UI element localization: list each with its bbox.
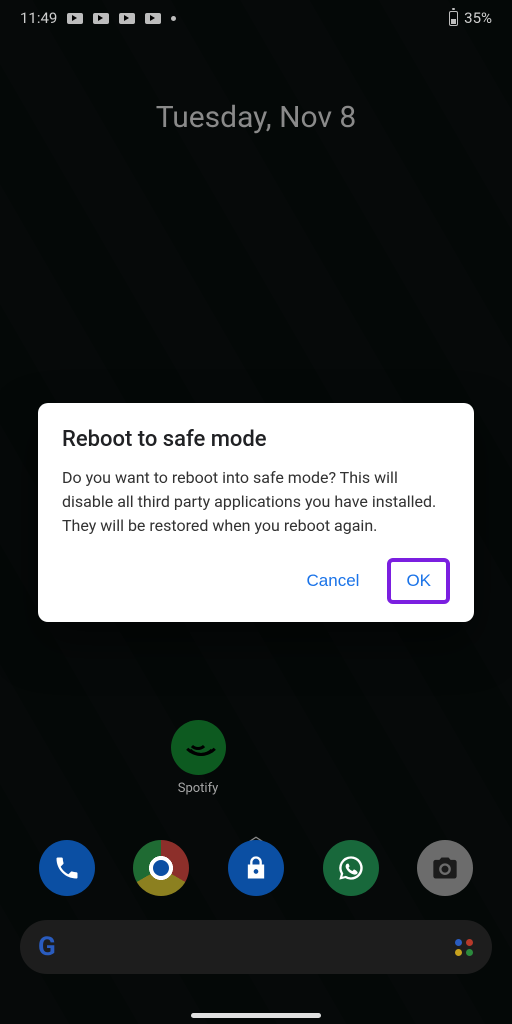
dialog-body: Do you want to reboot into safe mode? Th… [62, 466, 450, 538]
dialog-title: Reboot to safe mode [62, 427, 450, 452]
safe-mode-dialog: Reboot to safe mode Do you want to reboo… [38, 403, 474, 622]
cancel-button[interactable]: Cancel [293, 563, 374, 599]
ok-highlight: OK [387, 558, 450, 604]
dialog-actions: Cancel OK [62, 558, 450, 612]
dialog-backdrop: Reboot to safe mode Do you want to reboo… [0, 0, 512, 1024]
device-screen: 11:49 35% Tuesday, Nov 8 Spotify ︿ [0, 0, 512, 1024]
ok-button[interactable]: OK [394, 567, 443, 595]
